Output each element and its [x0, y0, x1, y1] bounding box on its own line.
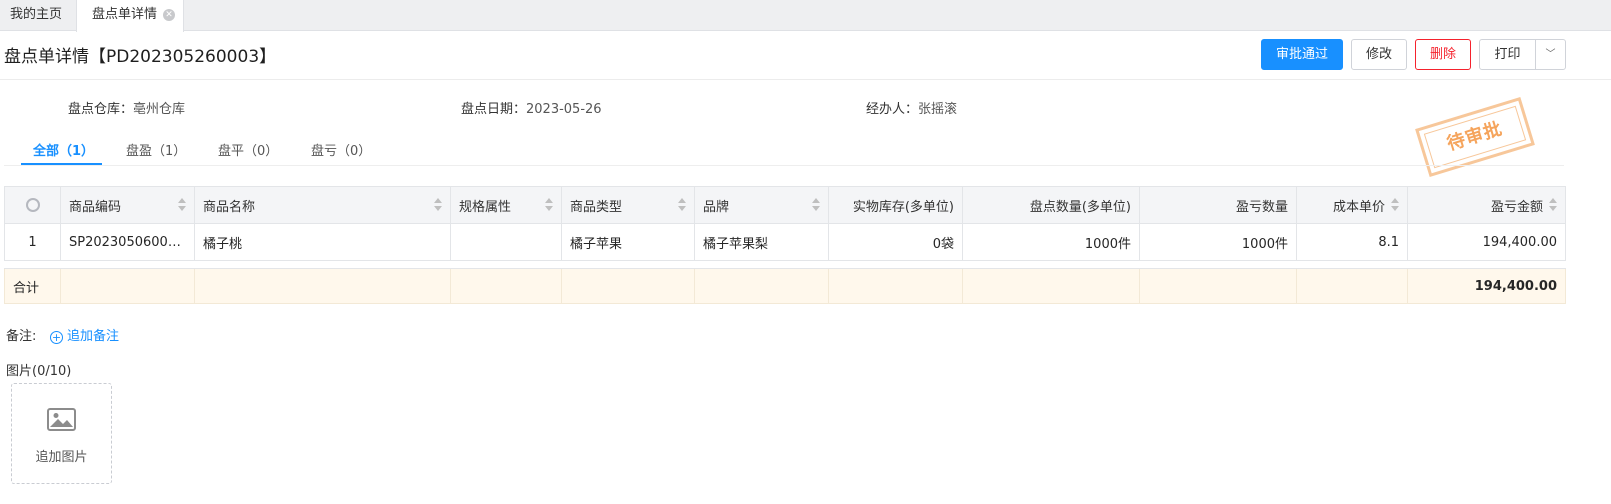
col-physical-stock: 实物库存(多单位): [828, 186, 963, 224]
image-icon: [47, 408, 76, 431]
summary-amount: 194,400.00: [1407, 268, 1566, 304]
tab-label: 我的主页: [10, 7, 63, 22]
approve-button[interactable]: 审批通过: [1261, 39, 1343, 70]
info-warehouse: 盘点仓库：亳州仓库: [68, 98, 185, 117]
add-image-button[interactable]: 追加图片: [11, 383, 112, 484]
date-value: 2023-05-26: [526, 102, 602, 117]
column-header-label: 盈亏金额: [1490, 199, 1543, 215]
column-settings[interactable]: [4, 186, 61, 224]
cell-diff-amount: 194,400.00: [1407, 223, 1566, 261]
remark-label: 备注:: [6, 329, 37, 344]
delete-button[interactable]: 删除: [1415, 39, 1471, 70]
divider: [0, 79, 1611, 80]
summary-cell: [1139, 268, 1297, 304]
info-date: 盘点日期：2023-05-26: [461, 98, 602, 117]
col-product-name[interactable]: 商品名称: [194, 186, 451, 224]
summary-cell: [194, 268, 451, 304]
handler-value: 张摇滚: [918, 102, 958, 117]
col-count-qty: 盘点数量(多单位): [962, 186, 1140, 224]
page-title: 盘点单详情【PD202305260003】: [4, 47, 277, 67]
handler-label: 经办人：: [866, 102, 919, 117]
date-label: 盘点日期：: [461, 102, 527, 117]
summary-cell: [694, 268, 829, 304]
tab-all[interactable]: 全部（1）: [33, 140, 94, 159]
col-unit-cost[interactable]: 成本单价: [1296, 186, 1408, 224]
summary-label: 合计: [4, 268, 61, 304]
cell-product-code: SP20230506000...: [60, 223, 195, 261]
close-icon[interactable]: ✕: [163, 9, 175, 21]
col-diff-qty: 盈亏数量: [1139, 186, 1297, 224]
info-handler: 经办人：张摇滚: [866, 98, 957, 117]
col-brand[interactable]: 品牌: [694, 186, 829, 224]
summary-cell: [828, 268, 963, 304]
column-header-label: 商品名称: [203, 199, 256, 215]
tab-stocktake-detail[interactable]: 盘点单详情 ✕: [76, 0, 184, 32]
sort-icon[interactable]: [545, 198, 553, 212]
images-label: 图片(0/10): [6, 364, 72, 379]
column-header-label: 品牌: [703, 199, 730, 215]
column-header-label: 盘点数量(多单位): [1029, 199, 1131, 215]
cell-spec: [450, 223, 562, 261]
summary-cell: [561, 268, 695, 304]
chevron-down-icon: ﹀: [1545, 49, 1556, 60]
sort-icon[interactable]: [1549, 198, 1557, 212]
gear-icon[interactable]: [25, 198, 40, 212]
print-dropdown-button[interactable]: ﹀: [1535, 39, 1566, 70]
summary-cell: [1296, 268, 1408, 304]
column-header-label: 商品类型: [570, 199, 623, 215]
tab-balanced[interactable]: 盘平（0）: [218, 140, 278, 159]
tab-bar: 我的主页 盘点单详情 ✕: [0, 0, 1611, 32]
tab-surplus[interactable]: 盘盈（1）: [126, 140, 186, 159]
plus-circle-icon: +: [50, 331, 63, 344]
cell-physical-stock: 0袋: [828, 223, 963, 261]
table-header-row: 商品编码 商品名称 规格属性 商品类型 品牌 实物库存(多单位) 盘点数量(多单…: [4, 186, 1566, 224]
cell-index: 1: [4, 223, 61, 261]
col-diff-amount[interactable]: 盈亏金额: [1407, 186, 1566, 224]
summary-row: 合计 194,400.00: [4, 268, 1566, 304]
sort-icon[interactable]: [812, 198, 820, 212]
column-header-label: 实物库存(多单位): [852, 199, 954, 215]
cell-brand: 橘子苹果梨: [694, 223, 829, 261]
tab-home[interactable]: 我的主页: [0, 0, 76, 31]
col-spec[interactable]: 规格属性: [450, 186, 562, 224]
summary-cell: [962, 268, 1140, 304]
add-image-label: 追加图片: [35, 450, 88, 465]
stamp-text: 待审批: [1423, 105, 1527, 169]
column-header-label: 成本单价: [1332, 199, 1385, 215]
col-product-code[interactable]: 商品编码: [60, 186, 195, 224]
sort-icon[interactable]: [178, 198, 186, 212]
column-header-label: 商品编码: [69, 199, 122, 215]
table-spacer: [4, 260, 1566, 269]
cell-unit-cost: 8.1: [1296, 223, 1408, 261]
cell-product-type: 橘子苹果: [561, 223, 695, 261]
sort-icon[interactable]: [1391, 198, 1399, 212]
warehouse-label: 盘点仓库：: [68, 102, 134, 117]
tab-label: 盘点单详情: [92, 7, 158, 22]
cell-count-qty: 1000件: [962, 223, 1140, 261]
table-row[interactable]: 1 SP20230506000... 橘子桃 橘子苹果 橘子苹果梨 0袋 100…: [4, 223, 1566, 261]
spacer-cell: [4, 260, 1566, 269]
add-remark-button[interactable]: + 追加备注: [50, 325, 119, 344]
cell-product-name: 橘子桃: [194, 223, 451, 261]
summary-cell: [450, 268, 562, 304]
column-header-label: 盈亏数量: [1235, 199, 1288, 215]
divider: [4, 165, 1564, 166]
stocktake-table: 商品编码 商品名称 规格属性 商品类型 品牌 实物库存(多单位) 盘点数量(多单…: [4, 186, 1566, 304]
column-header-label: 规格属性: [459, 199, 512, 215]
edit-button[interactable]: 修改: [1351, 39, 1407, 70]
summary-cell: [60, 268, 195, 304]
cell-diff-qty: 1000件: [1139, 223, 1297, 261]
warehouse-value: 亳州仓库: [133, 102, 186, 117]
print-button[interactable]: 打印: [1479, 39, 1536, 70]
add-remark-label: 追加备注: [67, 329, 120, 344]
tab-deficit[interactable]: 盘亏（0）: [311, 140, 371, 159]
col-product-type[interactable]: 商品类型: [561, 186, 695, 224]
sort-icon[interactable]: [678, 198, 686, 212]
sort-icon[interactable]: [434, 198, 442, 212]
